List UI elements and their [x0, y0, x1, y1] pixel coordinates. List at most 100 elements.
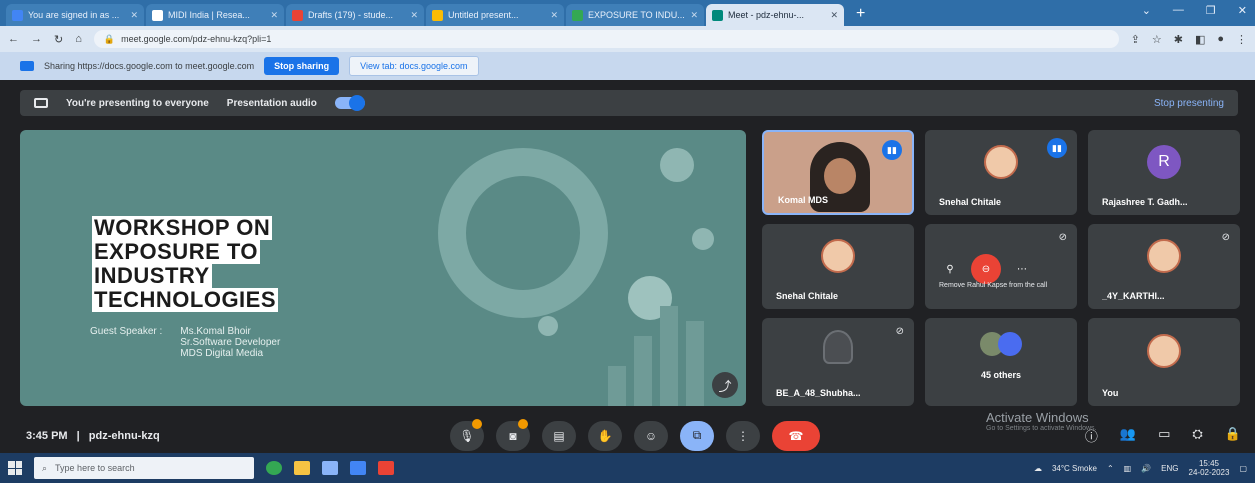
- presenting-bar: You're presenting to everyone Presentati…: [20, 90, 1238, 116]
- speaker-line: MDS Digital Media: [180, 348, 264, 359]
- menu-kebab-icon[interactable]: ⋮: [1236, 33, 1247, 46]
- stop-sharing-button[interactable]: Stop sharing: [264, 57, 340, 75]
- browser-tab-active[interactable]: Meet - pdz-ehnu-... ✕: [706, 4, 844, 26]
- presenting-message: You're presenting to everyone: [66, 97, 209, 109]
- slide-decor-bar: [686, 321, 704, 406]
- back-icon[interactable]: ←: [8, 33, 19, 45]
- language-indicator[interactable]: ENG: [1161, 464, 1178, 473]
- notifications-icon[interactable]: ▢: [1239, 464, 1247, 473]
- stop-presenting-button[interactable]: Stop presenting: [1154, 98, 1224, 109]
- close-tab-icon[interactable]: ✕: [830, 10, 838, 21]
- avatar: R: [1147, 145, 1181, 180]
- maximize-icon[interactable]: ❐: [1206, 4, 1216, 17]
- mail-icon[interactable]: [322, 461, 338, 475]
- windows-taskbar: ⌕ Type here to search ☁ 34°C Smoke ⌃ ▥ 🔊…: [0, 453, 1255, 483]
- sidepanel-icon[interactable]: ◧: [1195, 33, 1205, 46]
- present-screen-icon: [34, 98, 48, 108]
- activities-icon[interactable]: ⛭: [1192, 426, 1202, 445]
- file-explorer-icon[interactable]: [294, 461, 310, 475]
- slide-decor-bar: [608, 366, 626, 406]
- mic-off-icon: ⊘: [1221, 232, 1230, 243]
- minimize-icon[interactable]: —: [1173, 4, 1184, 17]
- forward-icon[interactable]: →: [31, 33, 42, 45]
- participant-tile[interactable]: R Rajashree T. Gadh...: [1088, 130, 1240, 215]
- raise-hand-button[interactable]: ✋: [588, 420, 622, 451]
- remove-participant-button[interactable]: ⊖: [971, 254, 1001, 284]
- emoji-button[interactable]: ☺: [634, 420, 668, 451]
- people-icon[interactable]: 👥: [1120, 426, 1136, 445]
- avatar: [1147, 239, 1181, 274]
- taskbar-search[interactable]: ⌕ Type here to search: [34, 457, 254, 479]
- close-tab-icon[interactable]: ✕: [550, 10, 558, 21]
- close-tab-icon[interactable]: ✕: [410, 10, 418, 21]
- pin-icon[interactable]: ⚲: [939, 258, 961, 280]
- avatar: [998, 332, 1022, 356]
- view-tab-button[interactable]: View tab: docs.google.com: [349, 56, 479, 76]
- camera-button[interactable]: ◙: [496, 418, 530, 451]
- captions-button[interactable]: ▤: [542, 420, 576, 451]
- close-tab-icon[interactable]: ✕: [690, 10, 698, 21]
- close-window-icon[interactable]: ✕: [1238, 4, 1247, 17]
- share-page-icon[interactable]: ⇪: [1131, 33, 1140, 46]
- network-icon[interactable]: ▥: [1124, 464, 1132, 473]
- tab-favicon-icon: [432, 9, 443, 21]
- meet-main: You're presenting to everyone Presentati…: [0, 80, 1255, 453]
- taskbar-clock[interactable]: 15:45 24-02-2023: [1189, 459, 1230, 477]
- search-placeholder: Type here to search: [55, 463, 135, 473]
- others-tile[interactable]: 45 others: [925, 318, 1077, 406]
- tab-title: Untitled present...: [448, 10, 519, 20]
- participant-name: You: [1102, 388, 1119, 398]
- chevron-up-icon[interactable]: ⌃: [1107, 464, 1114, 473]
- windows-start-icon[interactable]: [8, 461, 22, 475]
- tab-title: You are signed in as ...: [28, 10, 120, 20]
- new-tab-button[interactable]: +: [846, 5, 875, 26]
- end-call-button[interactable]: ☎: [772, 420, 820, 451]
- browser-tab[interactable]: Untitled present... ✕: [426, 4, 564, 26]
- slide-decor-bubble: [692, 228, 714, 250]
- avatar: [984, 145, 1018, 180]
- close-tab-icon[interactable]: ✕: [130, 10, 138, 21]
- avatar: [823, 330, 853, 364]
- participant-tile[interactable]: Snehal Chitale: [762, 224, 914, 309]
- participant-tile-hovered[interactable]: ⊘ ⚲ ⊖ ⋯ Remove Rahul Kapse from the call: [925, 224, 1077, 309]
- participant-tile[interactable]: ▮▮ Snehal Chitale: [925, 130, 1077, 215]
- home-icon[interactable]: ⌂: [75, 33, 82, 45]
- more-options-icon[interactable]: ⋯: [1011, 258, 1033, 280]
- chrome-icon[interactable]: [266, 461, 282, 475]
- weather-text[interactable]: 34°C Smoke: [1052, 464, 1097, 473]
- mic-off-icon: ⊘: [895, 326, 904, 337]
- share-icon[interactable]: ⤴: [712, 372, 738, 398]
- participant-tile[interactable]: ⊘ BE_A_48_Shubha...: [762, 318, 914, 406]
- browser-tab[interactable]: MIDI India | Resea... ✕: [146, 4, 284, 26]
- extensions-icon[interactable]: ✱: [1174, 33, 1183, 46]
- slide-title-line: INDUSTRY: [92, 263, 212, 288]
- lock-icon[interactable]: 🔒: [1225, 426, 1241, 445]
- meeting-code: pdz-ehnu-kzq: [88, 429, 160, 442]
- url-field[interactable]: 🔒 meet.google.com/pdz-ehnu-kzq?pli=1: [93, 30, 1119, 48]
- avatar[interactable]: ●: [1217, 33, 1224, 45]
- browser-tab[interactable]: EXPOSURE TO INDU... ✕: [566, 4, 704, 26]
- volume-icon[interactable]: 🔊: [1141, 464, 1151, 473]
- presentation-audio-toggle[interactable]: [334, 95, 365, 111]
- tab-favicon-icon: [712, 9, 723, 21]
- speaking-indicator-icon: ▮▮: [882, 140, 902, 160]
- speaker-line: Ms.Komal Bhoir: [180, 326, 251, 337]
- close-tab-icon[interactable]: ✕: [270, 10, 278, 21]
- present-button[interactable]: ⧉: [680, 420, 714, 451]
- browser-tab[interactable]: You are signed in as ... ✕: [6, 4, 144, 26]
- self-tile[interactable]: You: [1088, 318, 1240, 406]
- mic-button[interactable]: 🎙: [450, 418, 484, 451]
- participant-tile[interactable]: ▮▮ Komal MDS: [762, 130, 914, 215]
- bookmark-star-icon[interactable]: ☆: [1152, 33, 1162, 46]
- participant-tile[interactable]: ⊘ _4Y_KARTHI...: [1088, 224, 1240, 309]
- app-icon[interactable]: [378, 461, 394, 475]
- sharing-message: Sharing https://docs.google.com to meet.…: [44, 61, 255, 71]
- reload-icon[interactable]: ↻: [54, 33, 63, 46]
- more-options-button[interactable]: ⋮: [726, 420, 760, 451]
- browser-tab[interactable]: Drafts (179) - stude... ✕: [286, 4, 424, 26]
- chevron-down-icon[interactable]: ⌄: [1142, 4, 1151, 17]
- store-icon[interactable]: [350, 461, 366, 475]
- speaking-indicator-icon: ▮▮: [1047, 138, 1067, 158]
- speaker-label: Guest Speaker :: [90, 326, 163, 337]
- chat-icon[interactable]: ▭: [1158, 426, 1170, 445]
